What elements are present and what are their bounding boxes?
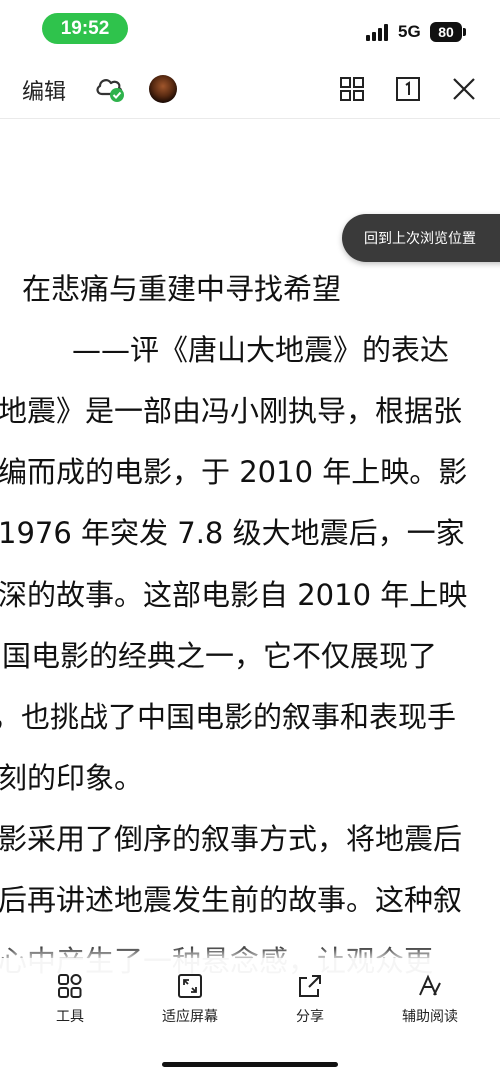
page-one-icon[interactable] <box>395 76 421 102</box>
avatar[interactable] <box>149 75 177 103</box>
grid-icon[interactable] <box>339 76 365 102</box>
fit-screen-icon <box>178 974 202 998</box>
edit-button[interactable]: 编辑 <box>22 74 66 106</box>
tools-label: 工具 <box>56 1009 84 1025</box>
assist-read-button[interactable]: 辅助阅读 <box>380 972 480 1032</box>
network-type: 5G <box>398 22 421 41</box>
text-line: 后再讲述地震发生前的故事。这种叙 <box>0 883 463 917</box>
cloud-synced-icon[interactable] <box>94 74 126 104</box>
top-toolbar: 编辑 <box>0 58 500 119</box>
signal-icon <box>366 24 390 41</box>
document-body: 在悲痛与重建中寻找希望 ——评《唐山大地震》的表达 地震》是一部由冯小刚执导，根… <box>0 0 500 1068</box>
document-title: 在悲痛与重建中寻找希望 <box>22 272 342 306</box>
assist-read-label: 辅助阅读 <box>402 1009 458 1025</box>
text-line: ，也挑战了中国电影的叙事和表现手 <box>0 700 457 734</box>
bottom-toolbar: 工具 适应屏幕 分享 辅助阅读 <box>0 958 500 1068</box>
status-time: 19:52 <box>42 13 128 44</box>
text-line: 刻的印象。 <box>0 761 144 795</box>
text-line: 地震》是一部由冯小刚执导，根据张 <box>0 394 463 428</box>
close-icon[interactable] <box>451 76 477 102</box>
text-line: 国电影的经典之一，它不仅展现了 <box>2 639 438 673</box>
share-icon <box>299 975 321 997</box>
tools-icon <box>58 974 82 998</box>
text-line: 编而成的电影，于 2010 年上映。影 <box>0 455 468 489</box>
share-label: 分享 <box>296 1009 324 1025</box>
share-button[interactable]: 分享 <box>260 972 360 1032</box>
text-line: 影采用了倒序的叙事方式，将地震后 <box>0 822 463 856</box>
home-indicator[interactable] <box>162 1062 338 1067</box>
text-line: 深的故事。这部电影自 2010 年上映 <box>0 578 468 612</box>
document-subtitle: ——评《唐山大地震》的表达 <box>72 333 450 367</box>
battery-tip <box>463 28 466 36</box>
battery-icon: 80 <box>430 22 462 42</box>
status-bar: 19:52 5G 80 <box>0 0 500 58</box>
assist-read-icon <box>419 974 441 996</box>
return-last-position-button[interactable]: 回到上次浏览位置 <box>342 214 500 262</box>
tools-button[interactable]: 工具 <box>20 972 120 1032</box>
fit-screen-button[interactable]: 适应屏幕 <box>140 972 240 1032</box>
text-line: 1976 年突发 7.8 级大地震后，一家 <box>0 516 465 550</box>
fit-screen-label: 适应屏幕 <box>162 1009 218 1025</box>
